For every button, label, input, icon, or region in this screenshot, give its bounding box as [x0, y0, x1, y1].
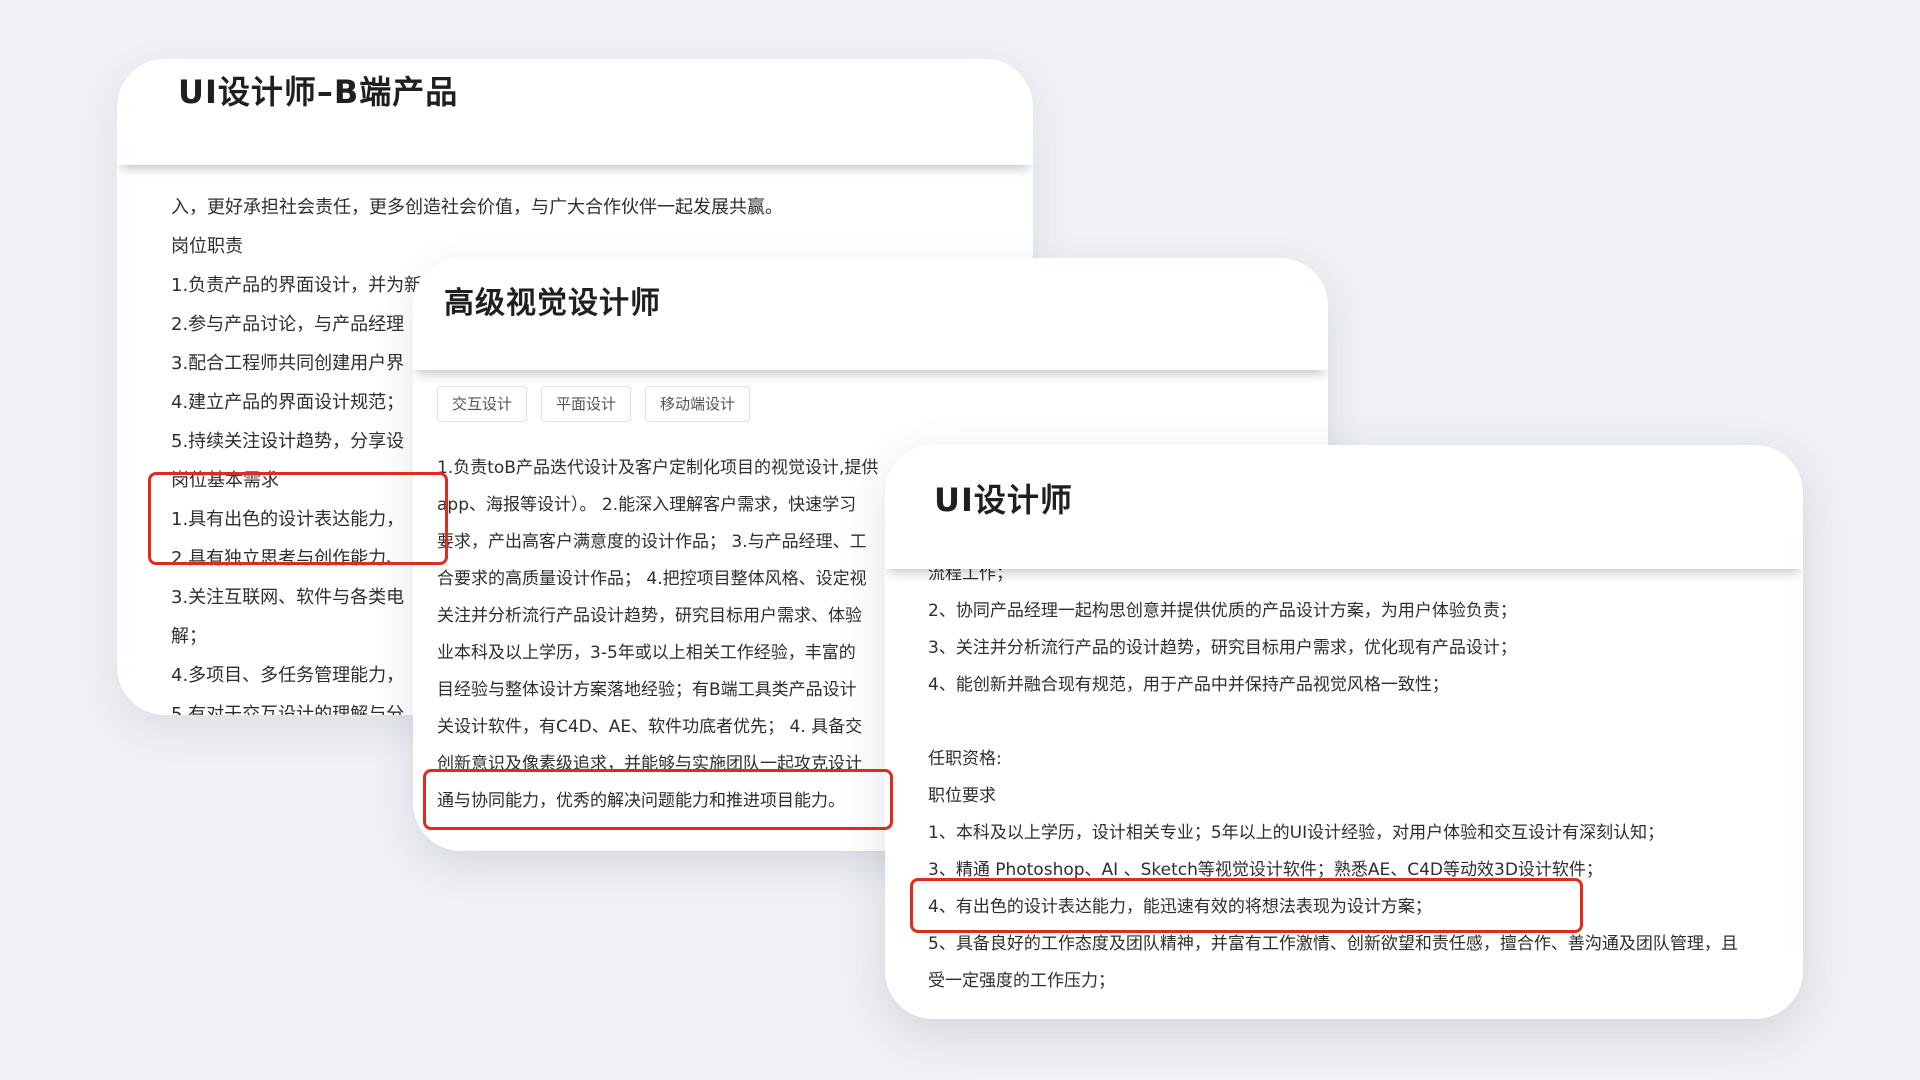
description-line: 入，更好承担社会责任，更多创造社会价值，与广大合作伙伴一起发展共赢。	[171, 197, 783, 218]
description-line: 目经验与整体设计方案落地经验；有B端工具类产品设计	[437, 680, 857, 700]
section-heading: 岗位基本需求	[171, 470, 279, 491]
card-header: UI设计师–B端产品	[117, 59, 1033, 165]
description-line: 5.持续关注设计趋势，分享设	[171, 431, 405, 452]
job-title: UI设计师–B端产品	[178, 73, 459, 111]
description-line: 2.参与产品讨论，与产品经理	[171, 314, 405, 335]
job-title: 高级视觉设计师	[444, 286, 661, 321]
description-line: 4.建立产品的界面设计规范；	[171, 392, 405, 413]
tag[interactable]: 移动端设计	[645, 386, 751, 422]
description-line: 关设计软件，有C4D、AE、软件功底者优先； 4. 具备交	[437, 717, 863, 737]
description-line: app、海报等设计）。 2.能深入理解客户需求，快速学习	[437, 495, 857, 515]
description-line: 2.具有独立思考与创作能力、	[171, 548, 405, 569]
description-line: 3.关注互联网、软件与各类电	[171, 587, 405, 608]
description-line: 4、能创新并融合现有规范，用于产品中并保持产品视觉风格一致性；	[928, 675, 1449, 695]
description-line: 1.负责toB产品迭代设计及客户定制化项目的视觉设计,提供	[437, 458, 879, 478]
description-line: 合要求的高质量设计作品； 4.把控项目整体风格、设定视	[437, 569, 867, 589]
section-heading: 职位要求	[928, 786, 996, 806]
description-line: 4.多项目、多任务管理能力，	[171, 665, 405, 686]
card-header: 高级视觉设计师	[413, 258, 1328, 370]
description-line: 关注并分析流行产品设计趋势，研究目标用户需求、体验	[437, 606, 862, 626]
description-line: 要求，产出高客户满意度的设计作品； 3.与产品经理、工	[437, 532, 867, 552]
description-line: 流程工作；	[928, 569, 1013, 584]
description-line: 3、精通 Photoshop、AI 、Sketch等视觉设计软件；熟悉AE、C4…	[928, 860, 1603, 880]
description-line: 4、有出色的设计表达能力，能迅速有效的将想法表现为设计方案；	[928, 897, 1432, 917]
section-heading: 岗位职责	[171, 236, 243, 257]
description-line: 业本科及以上学历，3-5年或以上相关工作经验，丰富的	[437, 643, 856, 663]
description-line: 1.具有出色的设计表达能力，	[171, 509, 405, 530]
description-line: 2、协同产品经理一起构思创意并提供优质的产品设计方案，为用户体验负责；	[928, 601, 1517, 621]
section-heading: 任职资格:	[928, 749, 1002, 769]
description-line: 5.有对于交互设计的理解与分	[171, 704, 405, 715]
description-line: 通与协同能力，优秀的解决问题能力和推进项目能力。	[437, 791, 845, 811]
job-title: UI设计师	[934, 481, 1073, 519]
description-line: 创新意识及像素级追求，并能够与实施团队一起攻克设计	[437, 754, 862, 774]
tag-list: 交互设计 平面设计 移动端设计	[437, 386, 751, 422]
description-line: 3、关注并分析流行产品的设计趋势，研究目标用户需求，优化现有产品设计；	[928, 638, 1517, 658]
card-header: UI设计师	[885, 445, 1803, 569]
description-line: 解；	[171, 626, 207, 647]
description-line: 3.配合工程师共同创建用户界	[171, 353, 405, 374]
job-description: 流程工作； 2、协同产品经理一起构思创意并提供优质的产品设计方案，为用户体验负责…	[885, 569, 1803, 1019]
description-line: 5、具备良好的工作态度及团队精神，并富有工作激情、创新欲望和责任感，擅合作、善沟…	[928, 934, 1738, 954]
tag[interactable]: 平面设计	[541, 386, 632, 422]
tag[interactable]: 交互设计	[437, 386, 528, 422]
description-line: 1、本科及以上学历，设计相关专业；5年以上的UI设计经验，对用户体验和交互设计有…	[928, 823, 1665, 843]
description-line: 受一定强度的工作压力；	[928, 971, 1115, 991]
job-card-ui-designer[interactable]: UI设计师 流程工作； 2、协同产品经理一起构思创意并提供优质的产品设计方案，为…	[885, 445, 1803, 1019]
